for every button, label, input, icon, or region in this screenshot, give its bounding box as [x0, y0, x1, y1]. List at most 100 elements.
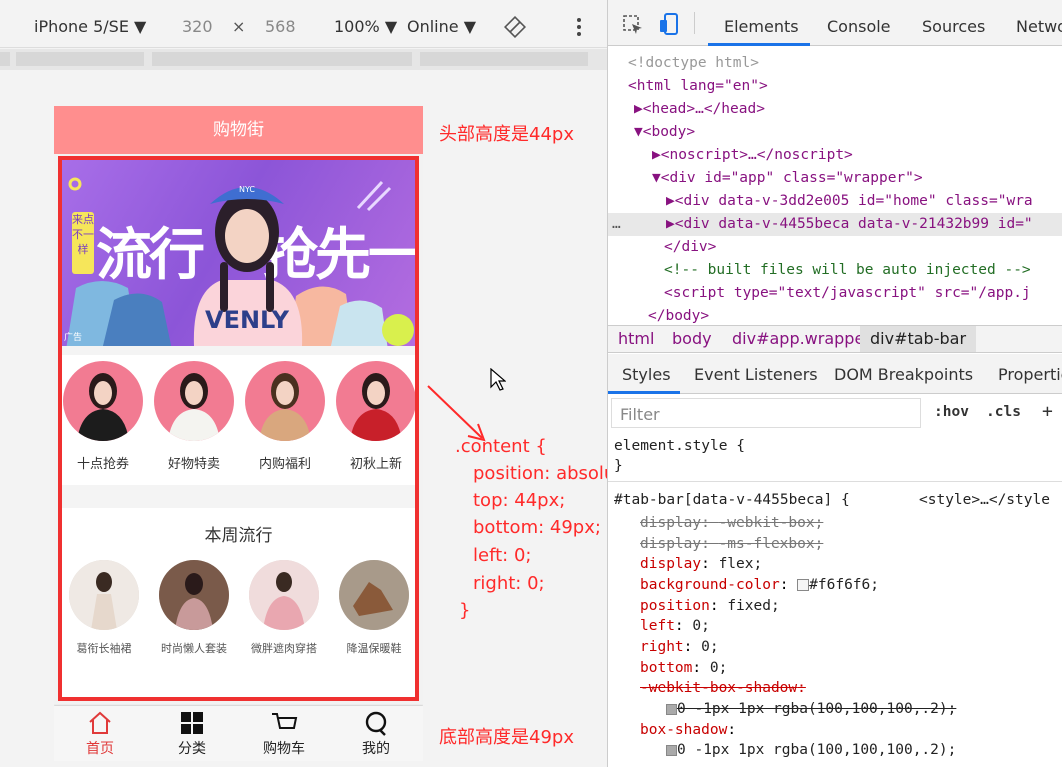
tab-category[interactable]: 分类	[146, 706, 238, 761]
tab-label: 分类	[178, 741, 206, 757]
css-declaration[interactable]: -webkit-box-shadow:	[640, 680, 806, 696]
dom-line[interactable]: </body>	[648, 308, 709, 324]
css-declaration[interactable]: left: 0;	[640, 618, 710, 634]
weekly-item[interactable]: 时尚懒人套装	[152, 560, 236, 656]
devtools-panel: Elements Console Sources Netwo <!doctype…	[607, 0, 1062, 767]
height-input[interactable]: 568	[265, 17, 296, 36]
css-declaration[interactable]: position: fixed;	[640, 598, 780, 614]
shadow-editor-icon[interactable]	[666, 703, 677, 715]
css-note-line: bottom: 49px;	[473, 517, 601, 538]
recommend-item[interactable]: 好物特卖	[154, 361, 234, 472]
css-declaration[interactable]: background-color: #f6f6f6;	[640, 577, 879, 593]
dom-line[interactable]: <!doctype html>	[628, 55, 759, 71]
dom-line[interactable]: ▶<noscript>…</noscript>	[652, 147, 853, 163]
device-select[interactable]: iPhone 5/SE ▼	[34, 17, 146, 36]
new-rule-button[interactable]: +	[1042, 401, 1053, 422]
phone-viewport: 购物街 来点不一样 流行 抢先一步	[54, 106, 423, 761]
category-icon	[181, 712, 203, 734]
weekly-item[interactable]: 葛衔长袖裙	[62, 560, 146, 656]
color-swatch[interactable]	[797, 579, 810, 591]
hover-toggle[interactable]: :hov	[934, 404, 969, 420]
tab-home[interactable]: 首页	[54, 706, 146, 761]
tab-cart[interactable]: 购物车	[238, 706, 330, 761]
device-emulation-pane: iPhone 5/SE ▼ 320 × 568 100% ▼ Online ▼ …	[0, 0, 640, 767]
dom-line[interactable]: ▼<body>	[634, 124, 695, 140]
recommend-avatar	[63, 361, 143, 441]
css-declaration[interactable]: bottom: 0;	[640, 660, 727, 676]
weekly-item[interactable]: 降温保暖鞋	[332, 560, 415, 656]
network-select[interactable]: Online ▼	[407, 17, 476, 36]
dom-line[interactable]: </div>	[664, 239, 716, 255]
slash-decoration-icon	[356, 180, 392, 212]
more-options-icon[interactable]	[574, 16, 584, 38]
css-declaration[interactable]: box-shadow:	[640, 722, 736, 738]
tab-console[interactable]: Console	[827, 17, 891, 36]
content-scroll-area[interactable]: 来点不一样 流行 抢先一步	[58, 156, 419, 701]
styles-filter-input[interactable]: Filter	[611, 398, 921, 428]
tab-sources[interactable]: Sources	[922, 17, 985, 36]
mouse-cursor-icon	[490, 368, 506, 391]
recommend-item[interactable]: 内购福利	[245, 361, 325, 472]
weekly-item[interactable]: 微胖遮肉穿搭	[242, 560, 326, 656]
recommend-item[interactable]: 十点抢券	[63, 361, 143, 472]
banner-tag: 来点不一样	[72, 212, 94, 274]
weekly-section: 本周流行 葛衔长袖裙 时尚懒人套装 微胖遮肉穿搭 降温保暖鞋	[62, 508, 415, 697]
zoom-select[interactable]: 100% ▼	[334, 17, 397, 36]
rule-source-link[interactable]: <style>…</style	[919, 492, 1050, 508]
tab-label: 我的	[362, 741, 390, 757]
weekly-image	[339, 560, 409, 630]
breadcrumb-item[interactable]: body	[672, 329, 712, 348]
dom-more-icon[interactable]: …	[612, 216, 621, 232]
css-declaration[interactable]: display: -webkit-box;	[640, 515, 823, 531]
tab-dom-breakpoints[interactable]: DOM Breakpoints	[834, 365, 973, 384]
inspect-element-icon[interactable]	[622, 14, 644, 36]
css-note-line: }	[459, 600, 471, 621]
tab-properties[interactable]: Propertie	[998, 365, 1062, 384]
css-declaration-value[interactable]: 0 -1px 1px rgba(100,100,100,.2);	[666, 701, 956, 717]
weekly-title: 本周流行	[204, 526, 273, 546]
width-input[interactable]: 320	[182, 17, 213, 36]
device-toggle-icon[interactable]	[658, 12, 680, 36]
shirt-print: VENLY	[205, 306, 290, 334]
breadcrumb-item[interactable]: html	[618, 329, 654, 348]
media-query-ruler	[0, 49, 607, 70]
styles-tab-indicator	[608, 391, 680, 394]
rule-selector[interactable]: #tab-bar[data-v-4455beca] {	[614, 492, 850, 508]
css-declaration-value[interactable]: 0 -1px 1px rgba(100,100,100,.2);	[666, 742, 956, 758]
shadow-editor-icon[interactable]	[666, 744, 677, 756]
ad-label: 广告	[64, 333, 83, 343]
weekly-label: 降温保暖鞋	[346, 642, 402, 655]
recommend-item[interactable]: 初秋上新	[336, 361, 415, 472]
dom-line[interactable]: ▼<div id="app" class="wrapper">	[652, 170, 923, 186]
weekly-image	[69, 560, 139, 630]
breadcrumb-item[interactable]: div#app.wrapper	[732, 329, 871, 348]
cap-print: NYC	[239, 185, 255, 194]
dom-line[interactable]: ▶<div data-v-3dd2e005 id="home" class="w…	[666, 193, 1033, 209]
recommend-row: 十点抢券 好物特卖 内购福利 初秋上新	[62, 355, 415, 485]
breadcrumb-item-active[interactable]: div#tab-bar	[860, 326, 977, 352]
tab-network[interactable]: Netwo	[1016, 17, 1062, 36]
css-declaration[interactable]: display: flex;	[640, 556, 762, 572]
recommend-label: 内购福利	[258, 457, 311, 472]
recommend-avatar	[154, 361, 234, 441]
dom-line[interactable]: ▶<head>…</head>	[634, 101, 765, 117]
weekly-label: 时尚懒人套装	[161, 642, 227, 655]
dom-line[interactable]: <!-- built files will be auto injected -…	[664, 262, 1031, 278]
home-icon	[89, 711, 111, 734]
tab-elements[interactable]: Elements	[724, 17, 799, 36]
tab-profile[interactable]: 我的	[330, 706, 422, 761]
tab-label: 首页	[86, 741, 114, 757]
dom-line[interactable]: <html lang="en">	[628, 78, 768, 94]
css-declaration[interactable]: right: 0;	[640, 639, 719, 655]
dom-line[interactable]: <script type="text/javascript" src="/app…	[664, 285, 1031, 301]
element-style-selector[interactable]: element.style {	[614, 438, 745, 454]
class-toggle[interactable]: .cls	[986, 404, 1021, 420]
promo-banner[interactable]: 来点不一样 流行 抢先一步	[62, 160, 415, 346]
css-note-line: left: 0;	[473, 545, 532, 566]
tab-event-listeners[interactable]: Event Listeners	[694, 365, 818, 384]
tab-styles[interactable]: Styles	[622, 365, 671, 384]
dom-line[interactable]: ▶<div data-v-4455beca data-v-21432b99 id…	[666, 216, 1033, 232]
rotate-icon[interactable]	[504, 16, 526, 38]
recommend-avatar	[245, 361, 325, 441]
css-declaration[interactable]: display: -ms-flexbox;	[640, 536, 823, 552]
